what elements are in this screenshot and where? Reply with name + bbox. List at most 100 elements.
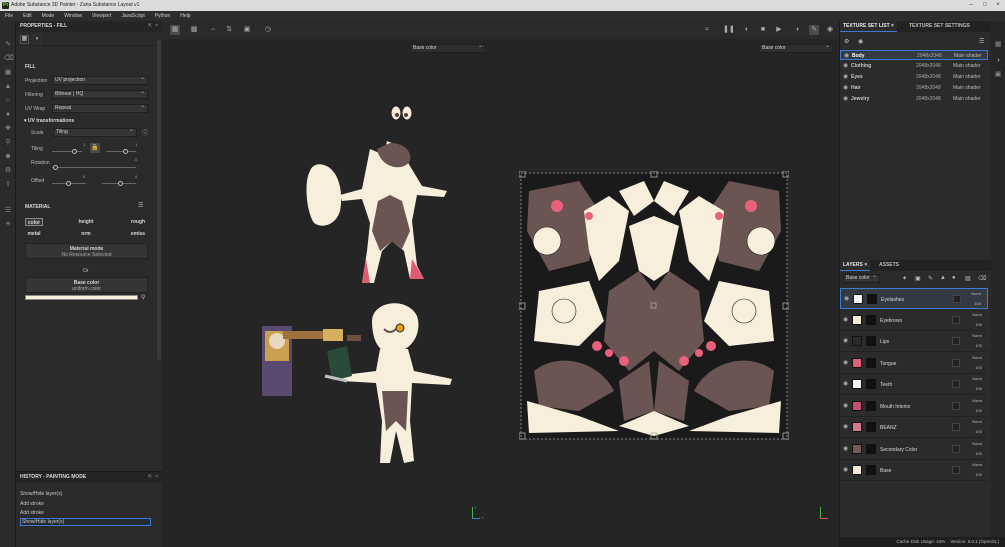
add-mask-icon[interactable]: ▣ (915, 275, 921, 282)
visibility-eye-icon[interactable]: ◉ (858, 38, 863, 45)
history-panel-controls-icon[interactable]: ⇱ × (148, 472, 158, 483)
layer-blend-mode[interactable]: Norm (972, 376, 982, 381)
history-item[interactable]: Add stroke (20, 501, 44, 507)
offset-knob-v[interactable] (118, 181, 123, 186)
pause-icon[interactable]: ❚❚ (723, 25, 735, 35)
fill-settings-icon[interactable]: ▦ (20, 35, 29, 44)
viewport-2d-channel-select[interactable]: Base color (759, 43, 833, 53)
layer-blend-mode[interactable]: Norm (971, 291, 981, 296)
polygon-fill-icon[interactable]: ▲ (4, 83, 12, 91)
tiling-knob-v[interactable] (123, 149, 128, 154)
display-panel-icon[interactable]: ◑ (994, 57, 1002, 65)
viewport-3d-channel-select[interactable]: Base color (410, 43, 486, 53)
layer-row[interactable]: ◉ Mouth Interior Norm 100 (840, 396, 988, 417)
eye-icon[interactable]: ◉ (843, 359, 848, 366)
menu-mode[interactable]: Mode (37, 11, 60, 21)
tab-texture-set-settings[interactable]: TEXTURE SET SETTINGS (906, 21, 973, 32)
cube-icon[interactable]: ■ (758, 25, 768, 35)
layer-blend-mode[interactable]: Norm (972, 312, 982, 317)
offset-knob-u[interactable] (66, 181, 71, 186)
eye-icon[interactable]: ◉ (843, 316, 848, 323)
layer-row[interactable]: ◉ Lips Norm 100 (840, 331, 988, 352)
eye-icon[interactable]: ◉ (843, 445, 848, 452)
menu-help[interactable]: Help (175, 11, 195, 21)
rotation-slider[interactable] (52, 167, 136, 168)
scale-select[interactable]: Tiling (53, 127, 137, 137)
eye-icon[interactable]: ◉ (843, 402, 848, 409)
panel-controls-icon[interactable]: ⇱ × (148, 21, 158, 32)
channel-metal[interactable]: metal (25, 230, 43, 238)
tab-assets[interactable]: ASSETS (876, 260, 902, 271)
texture-sets-panel-icon[interactable]: ▦ (994, 41, 1002, 49)
link-icon[interactable]: ≈ (702, 25, 712, 35)
layer-opacity[interactable]: 100 (975, 322, 982, 327)
bake-icon[interactable]: ⚙ (4, 167, 12, 175)
menu-python[interactable]: Python (150, 11, 176, 21)
model-3d-view[interactable] (292, 91, 452, 481)
texture-set-row[interactable]: ◉ Body 2048x2048 Main shader (840, 50, 988, 60)
history-item[interactable]: Show/Hide layer(s) (20, 491, 62, 497)
layer-opacity[interactable]: 100 (975, 451, 982, 456)
uv-layout-2d-view[interactable] (519, 171, 789, 441)
layer-blend-mode[interactable]: Norm (972, 462, 982, 467)
layer-blend-mode[interactable]: Norm (972, 419, 982, 424)
environment-icon[interactable]: ◑ (792, 25, 802, 35)
history-clock-icon[interactable]: ◷ (263, 25, 273, 35)
layer-opacity[interactable]: 100 (974, 301, 981, 306)
layer-extra-slot[interactable] (952, 444, 960, 453)
eye-icon[interactable]: ◉ (843, 83, 848, 93)
add-fill-layer-icon[interactable]: ▲ (940, 275, 946, 281)
layer-row[interactable]: ◉ Secondary Color Norm 100 (840, 439, 988, 460)
paint-brush-icon[interactable]: ✎ (4, 41, 12, 49)
list-menu-icon[interactable]: ☰ (979, 38, 984, 45)
layer-row[interactable]: ◉ Base Norm 100 (840, 460, 988, 481)
eraser-icon[interactable]: ⌫ (4, 55, 14, 63)
layer-opacity[interactable]: 100 (975, 408, 982, 413)
texture-set-row[interactable]: ◉ Jewelry 2048x2048 Main shader (840, 94, 988, 104)
projection-icon[interactable]: ▣ (4, 69, 12, 77)
display-settings-icon[interactable]: ☀ (4, 221, 12, 229)
uv-transformations-toggle[interactable]: ▾ UV transformations (24, 118, 74, 124)
projection-select[interactable]: UV projection (52, 75, 148, 85)
user-icon[interactable]: ☻ (4, 153, 12, 161)
add-smart-material-icon[interactable]: ● (952, 275, 956, 281)
eye-icon[interactable]: ◉ (843, 337, 848, 344)
history-item[interactable]: Add stroke (20, 510, 44, 516)
filtering-select[interactable]: Bilinear | HQ (52, 89, 148, 99)
tiling-slider-u[interactable] (52, 151, 82, 152)
tile-icon[interactable]: ▩ (189, 25, 199, 35)
layer-opacity[interactable]: 100 (975, 429, 982, 434)
menu-window[interactable]: Window (59, 11, 87, 21)
grid-icon[interactable]: ▦ (170, 25, 180, 35)
info-icon[interactable]: ⓘ (142, 128, 148, 137)
eyedropper-icon[interactable]: ⚲ (141, 294, 145, 301)
layer-extra-slot[interactable] (952, 358, 960, 367)
camera-video-icon[interactable]: ▶ (774, 25, 784, 35)
eye-icon[interactable]: ◉ (844, 51, 849, 61)
material-mode-button[interactable]: Material mode No Resource Selected (25, 243, 148, 259)
uvwrap-select[interactable]: Repeat (52, 103, 148, 113)
menu-javascript[interactable]: JavaScript (116, 11, 149, 21)
history-item-selected[interactable]: Show/Hide layer(s) (20, 518, 151, 526)
layer-blend-mode[interactable]: Norm (972, 355, 982, 360)
eye-icon[interactable]: ◉ (843, 94, 848, 104)
layer-row[interactable]: ◉ Tongue Norm 100 (840, 353, 988, 374)
layer-row[interactable]: ◉ Eyelashes Norm 100 (840, 288, 988, 309)
eye-icon[interactable]: ◉ (843, 72, 848, 82)
base-color-swatch[interactable] (25, 295, 138, 300)
symmetry-icon[interactable]: ⇔ (208, 25, 218, 35)
tab-layers[interactable]: LAYERS × (840, 260, 871, 271)
shelf-icon[interactable]: ☰ (4, 207, 12, 215)
layer-opacity[interactable]: 100 (975, 365, 982, 370)
layer-extra-slot[interactable] (952, 423, 960, 431)
rotation-knob[interactable] (53, 165, 58, 170)
lock-icon[interactable]: 🔒 (90, 143, 100, 153)
picker-icon[interactable]: ⚲ (4, 139, 12, 147)
tab-texture-set-list[interactable]: TEXTURE SET LIST × (840, 21, 897, 32)
shader-panel-icon[interactable]: ▣ (994, 71, 1002, 79)
layer-channel-select[interactable]: Base color (843, 273, 880, 283)
frame-icon[interactable]: ▣ (242, 25, 252, 35)
layer-row[interactable]: ◉ Eyebrows Norm 100 (840, 310, 988, 331)
layer-opacity[interactable]: 100 (975, 386, 982, 391)
screenshot-camera-icon[interactable]: ◉ (825, 25, 835, 35)
